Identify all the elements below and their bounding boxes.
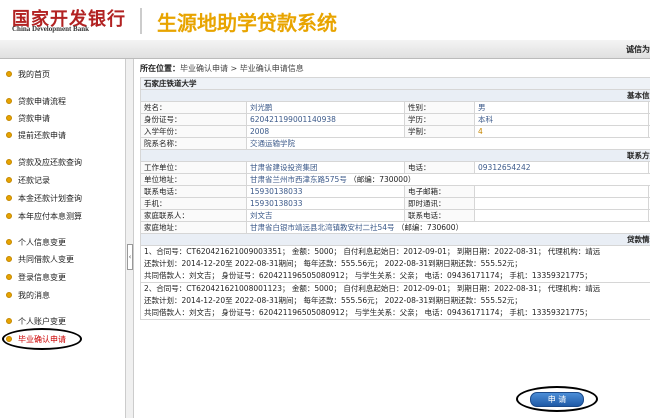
sidebar-item-messages[interactable]: 我的消息 [0, 289, 124, 301]
program-length-value: 4 [474, 125, 649, 138]
section-contact: 联系方式 [139, 149, 650, 162]
bullet-icon [6, 115, 12, 121]
header-divider [140, 8, 142, 34]
loan-coborrower-line: 共同借款人：刘文吉； 身份证号：620421196505080912； 与学生关… [144, 271, 592, 280]
sidebar-item-early-repay[interactable]: 提前还款申请 [0, 129, 124, 141]
education-value: 本科 [474, 113, 649, 126]
name-value: 刘光鹏 [246, 101, 405, 114]
employer-address-cell: 甘肃省兰州市西津东路575号 （邮编：730000） [245, 173, 650, 186]
school-row: 石家庄铁道大学 [139, 77, 650, 90]
school-name: 石家庄铁道大学 [139, 77, 650, 90]
im-label: 即时通讯： [404, 197, 475, 210]
home-address-label: 家庭地址： [140, 221, 247, 234]
program-length-label: 学制： [404, 125, 475, 138]
loan-contract-line: 1、合同号：CT620421621009003351； 金额：5000； 自付利… [144, 247, 601, 256]
bullet-icon [6, 256, 12, 262]
id-label: 身份证号： [140, 113, 247, 126]
collapse-arrow-icon[interactable]: ‹ [127, 244, 133, 270]
sidebar-item-coborrower[interactable]: 共同借款人变更 [0, 253, 124, 265]
bullet-icon [6, 132, 12, 138]
loan-contract-line: 2、合同号：CT620421621008001123； 金额：5000； 自付利… [144, 284, 601, 293]
bullet-icon [6, 239, 12, 245]
bullet-icon [6, 98, 12, 104]
sidebar-item-login-info[interactable]: 登录信息变更 [0, 271, 124, 283]
bullet-icon [6, 318, 12, 324]
employer-value: 甘肃省建设投资集团 [246, 161, 405, 174]
home-address-value: 甘肃省白银市靖远县北湾镇教安村二社54号 [250, 223, 395, 232]
sidebar-item-principal-plan[interactable]: 本金还款计划查询 [0, 192, 124, 204]
sidebar-item-account-change[interactable]: 个人账户变更 [0, 315, 124, 327]
mobile-label: 手机： [140, 197, 247, 210]
section-loan: 贷款情况 [139, 233, 650, 246]
phone-value: 09312654242 [474, 161, 649, 174]
phone-label: 电话： [404, 161, 475, 174]
education-label: 学历： [404, 113, 475, 126]
bullet-icon [6, 71, 12, 77]
home-address-cell: 甘肃省白银市靖远县北湾镇教安村二社54号 （邮编：730600） [245, 221, 650, 234]
name-label: 姓名： [140, 101, 247, 114]
apply-button[interactable]: 申 请 [530, 392, 584, 407]
sidebar-item-interest-estimate[interactable]: 本年应付本息测算 [0, 210, 124, 222]
contact-tel-value: 15930138033 [246, 185, 405, 198]
enroll-year-value: 2008 [246, 125, 405, 138]
gender-value: 男 [474, 101, 649, 114]
bullet-icon [6, 213, 12, 219]
home-zip: （邮编：730600） [396, 223, 464, 232]
contact-tel-label: 联系电话： [140, 185, 247, 198]
im-value [474, 197, 649, 210]
sidebar-item-loan-process[interactable]: 贷款申请流程 [0, 95, 124, 107]
mobile-value: 15930138033 [246, 197, 405, 210]
loan-repay-plan-line: 还款计划：2014-12-20至 2022-08-31期间； 每年还款：555.… [144, 259, 522, 268]
top-strip: 诚信为 [0, 40, 650, 59]
employer-zip: （邮编：730000） [349, 175, 416, 184]
slogan-text: 诚信为 [626, 45, 650, 54]
family-contact-label: 家庭联系人： [140, 209, 247, 222]
bullet-icon [6, 177, 12, 183]
enroll-year-label: 入学年份： [140, 125, 247, 138]
sidebar-splitter[interactable]: ‹ [126, 59, 134, 418]
email-label: 电子邮箱： [404, 185, 475, 198]
section-basic-info: 基本信息 [139, 89, 650, 102]
family-tel-label: 联系电话： [404, 209, 475, 222]
main-content: 所在位置：毕业确认申请 > 毕业确认申请信息 石家庄铁道大学 基本信息 姓名： … [134, 59, 650, 418]
annotation-ring [2, 328, 82, 350]
family-contact-value: 刘文吉 [246, 209, 405, 222]
student-info-table: 石家庄铁道大学 基本信息 姓名： 刘光鹏 性别： 男 学 身份证号： 62042… [139, 77, 650, 320]
page-header: 国家开发银行 China Development Bank 生源地助学贷款系统 [0, 0, 650, 40]
bullet-icon [6, 195, 12, 201]
sidebar-item-loan-apply[interactable]: 贷款申请 [0, 112, 124, 124]
loan-record: 2、合同号：CT620421621008001123； 金额：5000； 自付利… [139, 282, 650, 320]
bullet-icon [6, 159, 12, 165]
loan-repay-plan-line: 还款计划：2014-12-20至 2022-08-31期间； 每年还款：555.… [144, 296, 522, 305]
sidebar: 我的首页 贷款申请流程 贷款申请 提前还款申请 贷款及应还款查询 还款记录 本金… [0, 59, 126, 418]
loan-coborrower-line: 共同借款人：刘文吉； 身份证号：620421196505080912； 与学生关… [144, 308, 592, 317]
gender-label: 性别： [404, 101, 475, 114]
annotation-ring-apply: 申 请 [516, 386, 598, 412]
sidebar-item-repay-record[interactable]: 还款记录 [0, 174, 124, 186]
system-title: 生源地助学贷款系统 [157, 11, 337, 35]
college-label: 院系名称： [140, 137, 247, 150]
breadcrumb-prefix: 所在位置： [140, 64, 180, 73]
id-value: 620421199001140938 [246, 113, 405, 126]
email-value [474, 185, 649, 198]
sidebar-item-personal-info[interactable]: 个人信息变更 [0, 236, 124, 248]
bank-logo-english: China Development Bank [12, 25, 90, 33]
employer-address-label: 单位地址： [140, 173, 247, 186]
sidebar-item-home[interactable]: 我的首页 [0, 68, 124, 80]
breadcrumb-path: 毕业确认申请 > 毕业确认申请信息 [180, 64, 304, 73]
breadcrumb: 所在位置：毕业确认申请 > 毕业确认申请信息 [140, 63, 304, 74]
sidebar-item-loan-query[interactable]: 贷款及应还款查询 [0, 156, 124, 168]
loan-record: 1、合同号：CT620421621009003351； 金额：5000； 自付利… [139, 245, 650, 283]
college-value: 交通运输学院 [245, 137, 650, 150]
employer-label: 工作单位： [140, 161, 247, 174]
employer-address-value: 甘肃省兰州市西津东路575号 [250, 175, 347, 184]
bullet-icon [6, 292, 12, 298]
family-tel-value [474, 209, 649, 222]
bullet-icon [6, 274, 12, 280]
